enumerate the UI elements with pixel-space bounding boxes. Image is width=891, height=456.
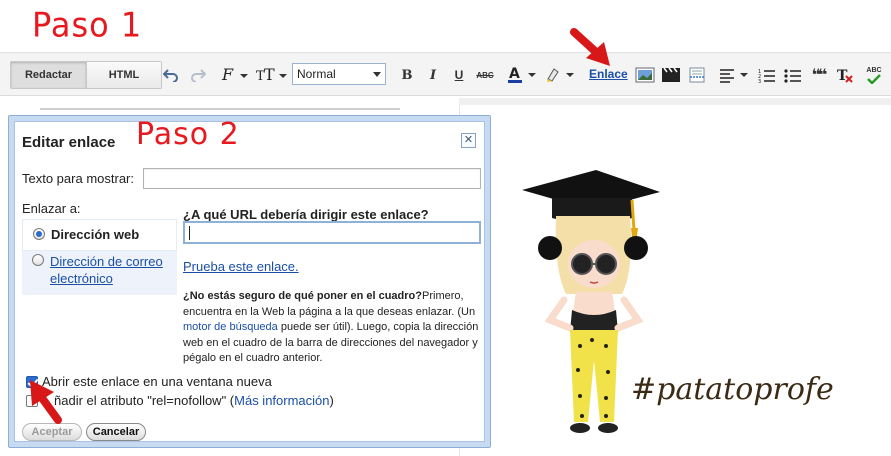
page-break-icon[interactable]: [686, 65, 708, 85]
new-window-label: Abrir este enlace en una ventana nueva: [42, 374, 272, 389]
spellcheck-icon[interactable]: ABC: [862, 65, 886, 85]
align-icon[interactable]: [718, 65, 750, 85]
radio-unselected-icon[interactable]: [32, 254, 44, 266]
editor-top-strip: [459, 98, 891, 105]
quote-icon[interactable]: ❝❝: [807, 65, 829, 85]
help-text: ¿No estás seguro de qué poner en el cuad…: [183, 289, 481, 367]
spellcheck-label: ABC: [866, 66, 882, 74]
display-text-input[interactable]: [143, 168, 481, 189]
compose-mode-button[interactable]: Redactar: [11, 62, 86, 88]
option-email-address[interactable]: Dirección de correo electrónico: [22, 253, 177, 287]
step2-annotation: Paso 2: [136, 117, 240, 152]
url-input[interactable]: [183, 221, 481, 244]
text-caret: [189, 226, 190, 240]
more-info-link[interactable]: Más información: [234, 393, 329, 408]
svg-text:F: F: [221, 66, 234, 84]
bullet-list-icon[interactable]: [782, 65, 804, 85]
url-question: ¿A qué URL debería dirigir este enlace?: [183, 207, 429, 222]
font-family-icon[interactable]: F: [220, 65, 250, 85]
italic-button[interactable]: I: [424, 65, 442, 85]
text-color-icon[interactable]: A: [506, 65, 538, 85]
step1-annotation: Paso 1: [32, 5, 143, 45]
nofollow-label: ñadir el atributo "rel=nofollow" (: [54, 393, 235, 408]
svg-text:3: 3: [758, 79, 761, 83]
arrow-to-link-icon: [570, 28, 610, 66]
editor-toolbar: Redactar HTML F TT Normal B I U ABC A En…: [0, 52, 891, 96]
dialog-body: Editar enlace ✕ Texto para mostrar: Enla…: [14, 121, 485, 442]
display-text-label: Texto para mostrar:: [22, 171, 134, 186]
test-link[interactable]: Prueba este enlace.: [183, 259, 299, 274]
bold-button[interactable]: B: [398, 65, 416, 85]
nofollow-row: ñadir el atributo "rel=nofollow" (Más in…: [26, 393, 334, 408]
radio-selected-icon[interactable]: [33, 228, 45, 240]
image-icon[interactable]: [634, 65, 656, 85]
video-icon[interactable]: [660, 65, 682, 85]
svg-text:A: A: [509, 66, 520, 82]
strikethrough-button[interactable]: ABC: [474, 65, 496, 85]
redo-icon[interactable]: [187, 65, 209, 85]
option-web-address-label: Dirección web: [51, 227, 140, 242]
mode-switch: Redactar HTML: [10, 61, 162, 89]
svg-text:T: T: [264, 66, 275, 84]
background-text-line: [40, 108, 400, 110]
cancel-button[interactable]: Cancelar: [86, 423, 146, 441]
format-select[interactable]: Normal: [292, 63, 386, 85]
numbered-list-icon[interactable]: 123: [756, 65, 778, 85]
arrow-to-checkbox-icon: [30, 380, 62, 424]
option-email-address-label[interactable]: Dirección de correo electrónico: [50, 253, 177, 287]
clear-format-icon[interactable]: T: [834, 65, 856, 85]
edit-link-dialog: Editar enlace ✕ Texto para mostrar: Enla…: [8, 115, 491, 448]
help-bold: ¿No estás seguro de qué poner en el cuad…: [183, 290, 422, 302]
chevron-down-icon: [373, 72, 381, 77]
option-web-address[interactable]: Dirección web: [22, 219, 177, 251]
underline-button[interactable]: U: [450, 65, 468, 85]
font-size-icon[interactable]: TT: [255, 65, 289, 85]
link-to-label: Enlazar a:: [22, 201, 81, 216]
undo-icon[interactable]: [160, 65, 182, 85]
dialog-title: Editar enlace: [22, 134, 116, 151]
search-engine-link[interactable]: motor de búsqueda: [183, 321, 278, 333]
close-icon[interactable]: ✕: [461, 133, 476, 148]
format-select-value: Normal: [297, 67, 336, 81]
html-mode-button[interactable]: HTML: [86, 62, 161, 88]
nofollow-label-end: ): [329, 393, 334, 408]
link-type-panel: Dirección web Dirección de correo electr…: [22, 219, 177, 295]
hashtag-annotation: #patatoprofe: [631, 372, 834, 407]
